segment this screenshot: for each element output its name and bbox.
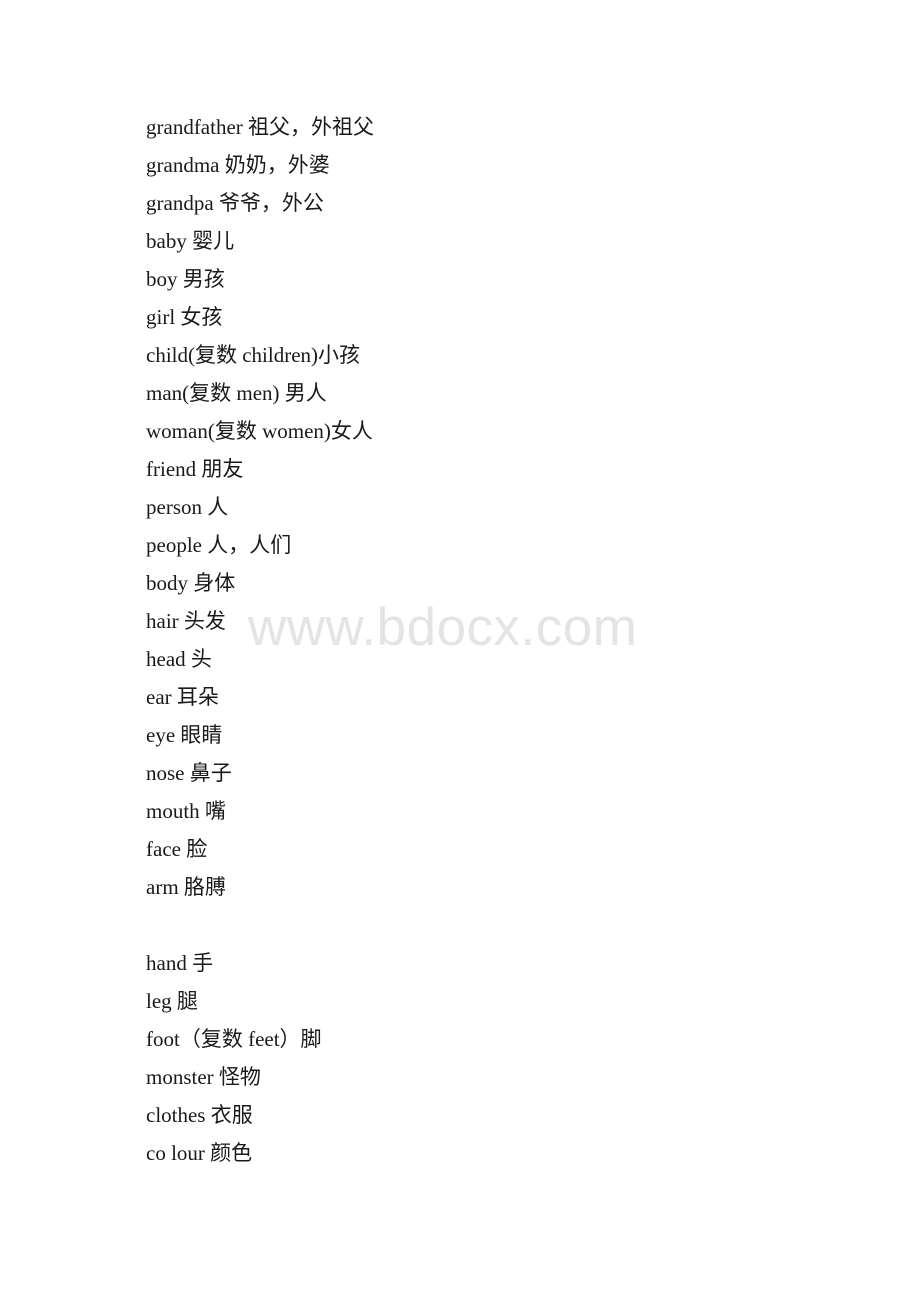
vocabulary-entry-grandpa: grandpa 爷爷，外公 (146, 191, 324, 215)
vocabulary-entry-woman: woman(复数 women)女人 (146, 419, 373, 443)
vocabulary-entry-grandfather: grandfather 祖父，外祖父 (146, 115, 375, 139)
vocabulary-entry-monster: monster 怪物 (146, 1065, 261, 1089)
vocabulary-entry-boy: boy 男孩 (146, 267, 225, 291)
vocabulary-entry-head: head 头 (146, 647, 212, 671)
vocabulary-entry-baby: baby 婴儿 (146, 229, 235, 253)
vocabulary-entry-people: people 人，人们 (146, 533, 292, 557)
vocabulary-list: grandfather 祖父，外祖父 grandma 奶奶，外婆 grandpa… (146, 108, 846, 1172)
vocabulary-entry-body: body 身体 (146, 571, 236, 595)
vocabulary-entry-leg: leg 腿 (146, 989, 198, 1013)
vocabulary-entry-face: face 脸 (146, 837, 208, 861)
vocabulary-entry-colour: co lour 颜色 (146, 1141, 253, 1165)
vocabulary-entry-foot: foot（复数 feet）脚 (146, 1027, 322, 1051)
vocabulary-entry-nose: nose 鼻子 (146, 761, 232, 785)
vocabulary-entry-grandma: grandma 奶奶，外婆 (146, 153, 330, 177)
vocabulary-entry-ear: ear 耳朵 (146, 685, 219, 709)
paragraph-break (146, 906, 846, 944)
vocabulary-entry-eye: eye 眼睛 (146, 723, 223, 747)
vocabulary-entry-arm: arm 胳膊 (146, 875, 226, 899)
vocabulary-entry-clothes: clothes 衣服 (146, 1103, 253, 1127)
vocabulary-entry-mouth: mouth 嘴 (146, 799, 226, 823)
document-page: www.bdocx.com grandfather 祖父，外祖父 grandma… (0, 0, 920, 1302)
vocabulary-entry-girl: girl 女孩 (146, 305, 223, 329)
vocabulary-entry-man: man(复数 men) 男人 (146, 381, 327, 405)
vocabulary-entry-child: child(复数 children)小孩 (146, 343, 361, 367)
vocabulary-entry-hand: hand 手 (146, 951, 214, 975)
vocabulary-entry-friend: friend 朋友 (146, 457, 244, 481)
vocabulary-entry-person: person 人 (146, 495, 229, 519)
vocabulary-entry-hair: hair 头发 (146, 609, 226, 633)
